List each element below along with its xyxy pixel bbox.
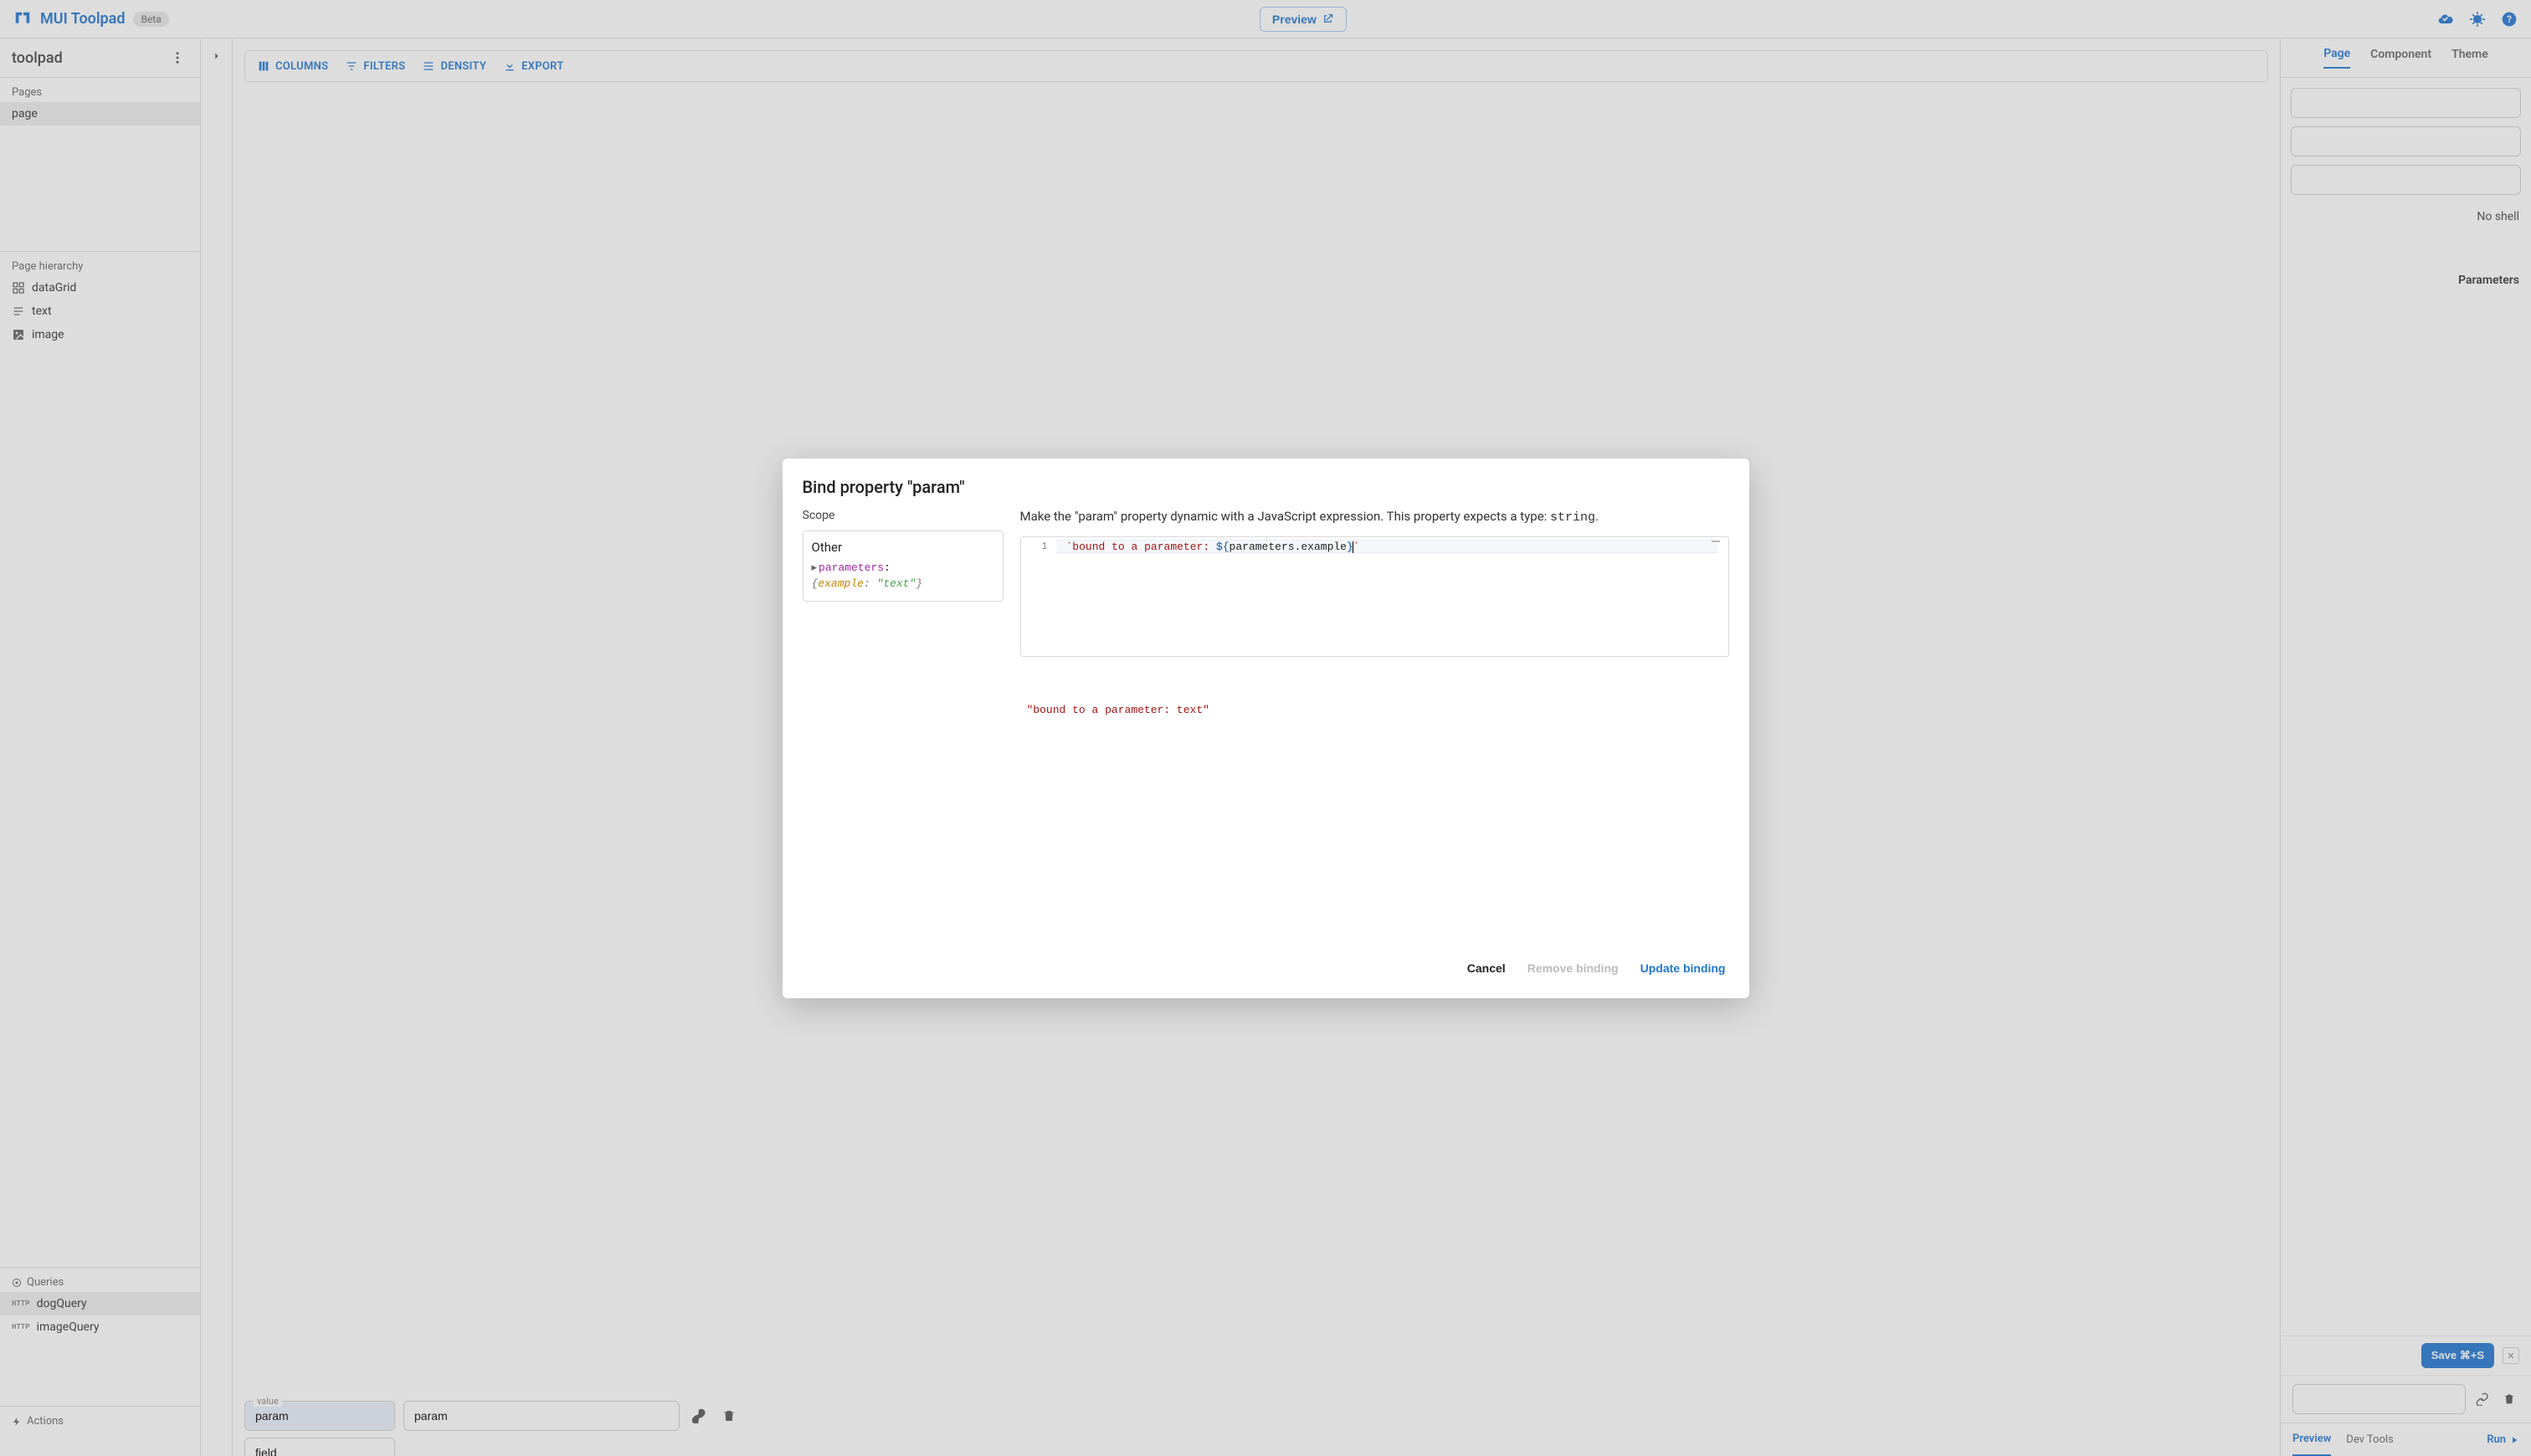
- cancel-button[interactable]: Cancel: [1464, 956, 1509, 980]
- scope-inspector[interactable]: Other ▸parameters: {example: "text"}: [803, 531, 1004, 602]
- bind-property-dialog: Bind property "param" Scope Other ▸param…: [783, 459, 1749, 998]
- binding-description: Make the "param" property dynamic with a…: [1020, 509, 1729, 525]
- minimap-indicator: [1712, 541, 1720, 542]
- modal-overlay: Bind property "param" Scope Other ▸param…: [0, 0, 2531, 1456]
- expression-editor[interactable]: 1 `bound to a parameter: ${parameters.ex…: [1020, 536, 1729, 657]
- editor-code-line[interactable]: `bound to a parameter: ${parameters.exam…: [1066, 541, 1728, 553]
- scope-parameters-key[interactable]: parameters: [819, 561, 884, 574]
- evaluation-result: "bound to a parameter: text": [1020, 704, 1729, 716]
- editor-gutter: 1: [1021, 537, 1056, 656]
- remove-binding-button: Remove binding: [1524, 956, 1622, 980]
- update-binding-button[interactable]: Update binding: [1637, 956, 1729, 980]
- expand-triangle-icon[interactable]: ▸: [812, 561, 818, 574]
- scope-label: Scope: [803, 509, 1004, 522]
- scope-section-other: Other: [812, 540, 994, 555]
- modal-title: Bind property "param": [803, 477, 1729, 497]
